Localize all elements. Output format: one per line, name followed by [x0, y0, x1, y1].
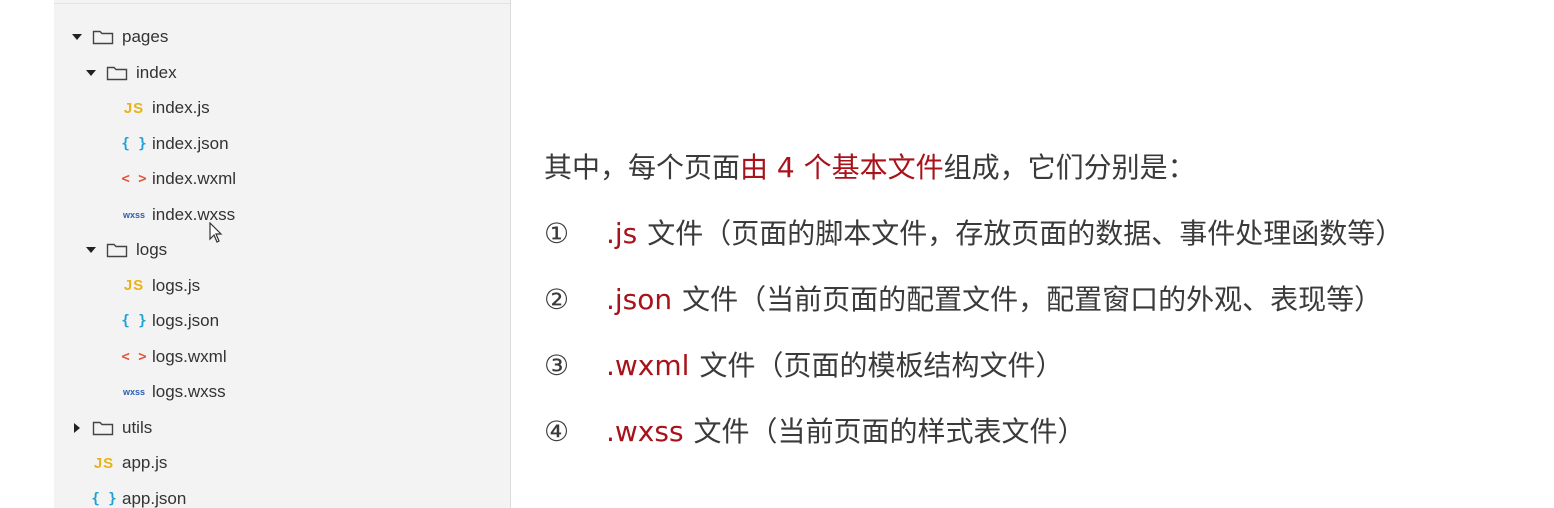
mouse-cursor-icon [209, 222, 223, 243]
explorer-divider [54, 3, 510, 4]
item-extension: .json [606, 283, 673, 316]
item-number: ④ [544, 415, 570, 448]
intro-after: 组成，它们分别是： [943, 151, 1196, 184]
list-item: ④ .wxss 文件（当前页面的样式表文件） [544, 410, 1086, 450]
chevron-down-icon[interactable] [84, 243, 98, 257]
tree-file-logs-wxml[interactable]: < > logs.wxml [120, 342, 227, 372]
item-number: ① [544, 217, 570, 250]
intro-before: 其中，每个页面 [544, 151, 741, 184]
file-explorer: pages index JS index.js { } index.json < > inde… [54, 0, 511, 508]
tree-folder-logs[interactable]: logs [84, 235, 167, 265]
list-item: ③ .wxml 文件（页面的模板结构文件） [544, 344, 1063, 384]
intro-text: 其中，每个页面由 4 个基本文件组成，它们分别是： [544, 146, 1196, 186]
tree-file-index-wxml[interactable]: < > index.wxml [120, 164, 236, 194]
folder-open-icon [106, 65, 128, 81]
tree-file-index-json[interactable]: { } index.json [120, 129, 229, 159]
tree-item-label: index.js [152, 98, 210, 117]
item-extension: .wxml [606, 349, 690, 382]
intro-highlight: 由 4 个基本文件 [740, 151, 944, 184]
item-number: ② [544, 283, 570, 316]
js-file-icon: JS [93, 454, 115, 472]
js-file-icon: JS [123, 99, 145, 117]
folder-icon [92, 420, 114, 436]
tree-file-index-js[interactable]: JS index.js [120, 93, 210, 123]
tree-file-logs-js[interactable]: JS logs.js [120, 271, 200, 301]
tree-item-label: app.js [122, 453, 168, 472]
tree-file-logs-json[interactable]: { } logs.json [120, 306, 219, 336]
json-file-icon: { } [121, 135, 147, 152]
item-description: 文件（页面的脚本文件，存放页面的数据、事件处理函数等） [647, 217, 1404, 250]
wxml-file-icon: < > [121, 171, 147, 187]
tree-item-label: utils [122, 417, 153, 437]
item-description: 文件（当前页面的配置文件，配置窗口的外观、表现等） [682, 283, 1383, 316]
tree-item-label: index.wxml [152, 169, 237, 188]
tree-folder-pages[interactable]: pages [70, 22, 168, 52]
left-gutter [0, 0, 54, 508]
folder-open-icon [106, 242, 128, 258]
chevron-down-icon[interactable] [70, 30, 84, 44]
tree-folder-utils[interactable]: utils [70, 413, 152, 443]
list-item: ① .js 文件（页面的脚本文件，存放页面的数据、事件处理函数等） [544, 212, 1403, 252]
chevron-right-icon[interactable] [70, 421, 84, 435]
chevron-down-icon[interactable] [84, 66, 98, 80]
json-file-icon: { } [121, 313, 147, 329]
tree-item-label: logs.wxml [152, 346, 227, 366]
tree-item-label: logs.json [152, 311, 220, 330]
tree-item-label: pages [122, 27, 169, 46]
tree-file-app-json[interactable]: { } app.json [90, 484, 186, 508]
tree-file-app-js[interactable]: JS app.js [90, 448, 168, 478]
wxml-file-icon: < > [121, 348, 147, 365]
item-extension: .js [606, 217, 638, 250]
list-item: ② .json 文件（当前页面的配置文件，配置窗口的外观、表现等） [544, 278, 1382, 318]
tree-item-label: logs.js [152, 275, 201, 295]
json-file-icon: { } [91, 490, 117, 507]
item-number: ③ [544, 349, 570, 382]
folder-open-icon [92, 29, 114, 45]
item-description: 文件（页面的模板结构文件） [699, 349, 1064, 382]
js-file-icon: JS [123, 277, 145, 294]
tree-file-logs-wxss[interactable]: wxss logs.wxss [120, 377, 226, 407]
item-extension: .wxss [606, 415, 684, 448]
wxss-file-icon: wxss [122, 209, 146, 220]
tree-item-label: index [136, 62, 177, 82]
tree-item-label: logs [136, 240, 168, 259]
tree-item-label: app.json [122, 488, 187, 508]
tree-folder-index[interactable]: index [84, 58, 177, 88]
wxss-file-icon: wxss [122, 387, 146, 397]
tree-item-label: index.json [152, 133, 229, 153]
item-description: 文件（当前页面的样式表文件） [693, 415, 1086, 448]
tree-item-label: logs.wxss [152, 382, 226, 401]
